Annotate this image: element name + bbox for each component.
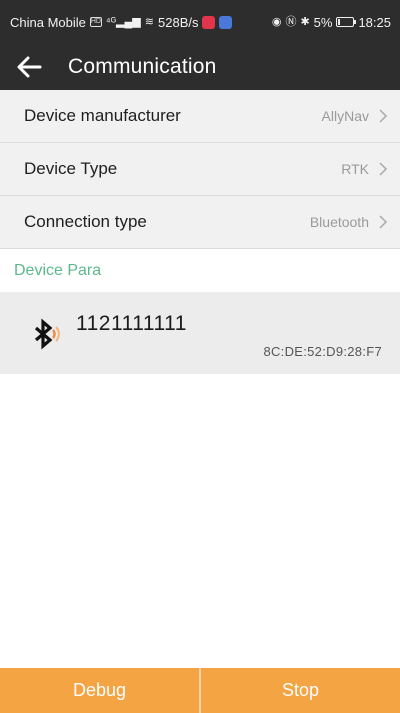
- device-list: 1121111111 8C:DE:52:D9:28:F7: [0, 292, 400, 703]
- eye-icon: ◉: [271, 16, 282, 28]
- status-bar: China Mobile HD ⁴ᴳ▂▄▆ ≋ 528B/s ◉ Ⓝ ✱ 5% …: [0, 0, 400, 44]
- bluetooth-status-icon: ✱: [300, 16, 310, 28]
- chevron-right-icon: [379, 215, 388, 229]
- stop-button[interactable]: Stop: [201, 668, 400, 713]
- signal-icon: ⁴ᴳ▂▄▆: [105, 16, 141, 28]
- notification-app-icon-2: [219, 15, 233, 29]
- app-bar: Communication: [0, 44, 400, 90]
- notification-app-icon: [202, 15, 216, 29]
- setting-label: Connection type: [24, 212, 147, 231]
- setting-device-type[interactable]: Device Type RTK: [0, 143, 400, 196]
- nfc-icon: Ⓝ: [285, 16, 297, 28]
- setting-connection-type[interactable]: Connection type Bluetooth: [0, 196, 400, 249]
- bottom-action-bar: Debug Stop: [0, 668, 400, 713]
- battery-percent-label: 5%: [313, 14, 333, 30]
- debug-button[interactable]: Debug: [0, 668, 201, 713]
- setting-value: AllyNav: [321, 108, 369, 124]
- section-title: Device Para: [14, 262, 102, 279]
- setting-value: RTK: [341, 161, 369, 177]
- setting-value-group: Bluetooth: [310, 214, 388, 230]
- net-speed-label: 528B/s: [158, 14, 199, 30]
- setting-device-manufacturer[interactable]: Device manufacturer AllyNav: [0, 90, 400, 143]
- bluetooth-icon: [34, 318, 60, 350]
- section-header: Device Para: [0, 251, 400, 291]
- status-bar-right: ◉ Ⓝ ✱ 5% 18:25: [272, 15, 391, 30]
- device-mac-address: 8C:DE:52:D9:28:F7: [263, 344, 382, 359]
- setting-label: Device manufacturer: [24, 106, 181, 125]
- page-title: Communication: [68, 55, 217, 78]
- setting-value: Bluetooth: [309, 214, 369, 230]
- settings-list: Device manufacturer AllyNav Device Type …: [0, 90, 400, 249]
- setting-value-group: RTK: [341, 161, 388, 177]
- chevron-right-icon: [379, 109, 388, 123]
- back-button[interactable]: [0, 44, 58, 90]
- time-label: 18:25: [358, 14, 391, 30]
- hd-icon: HD: [89, 17, 102, 27]
- battery-icon: [336, 17, 357, 27]
- device-list-item[interactable]: 1121111111 8C:DE:52:D9:28:F7: [0, 292, 400, 374]
- setting-label: Device Type: [24, 159, 118, 178]
- setting-value-group: AllyNav: [322, 108, 388, 124]
- device-name: 1121111111: [76, 312, 187, 335]
- carrier-label: China Mobile: [10, 14, 86, 30]
- arrow-left-icon: [17, 56, 42, 78]
- chevron-right-icon: [379, 162, 388, 176]
- wifi-icon: ≋: [144, 16, 154, 28]
- status-bar-left: China Mobile HD ⁴ᴳ▂▄▆ ≋ 528B/s: [10, 14, 233, 30]
